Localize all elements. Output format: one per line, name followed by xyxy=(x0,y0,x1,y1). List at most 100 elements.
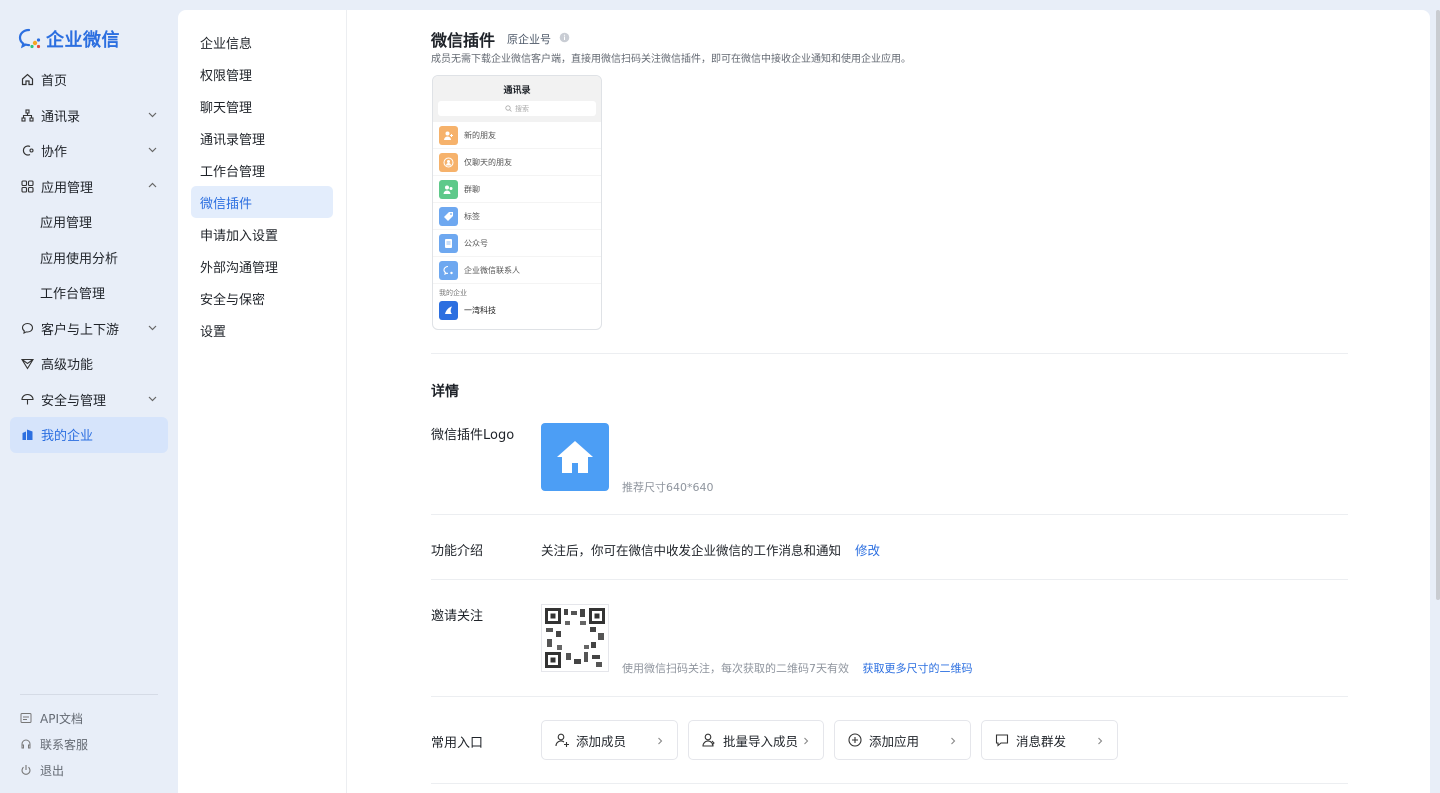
invite-hint: 使用微信扫码关注，每次获取的二维码7天有效 xyxy=(622,662,849,675)
more-qr-sizes-link[interactable]: 获取更多尺寸的二维码 xyxy=(863,662,973,675)
nav-item-customers[interactable]: 客户与上下游 xyxy=(10,311,168,347)
add-app-button[interactable]: 添加应用 xyxy=(834,720,971,760)
wecom-contact-icon xyxy=(439,260,458,280)
phone-search-placeholder: 搜索 xyxy=(515,104,529,113)
phone-item-label: 群聊 xyxy=(464,184,480,194)
phone-list-item: 仅聊天的朋友 xyxy=(433,149,601,176)
subnav-item-security[interactable]: 安全与保密 xyxy=(191,282,333,314)
main-nav: 首页 通讯录 协作 应用管理 应用管理 应用使用分析 工作台管理 客户与上下游 xyxy=(10,62,168,453)
phone-company-label: 一湾科技 xyxy=(464,305,496,315)
invite-hint-row: 使用微信扫码关注，每次获取的二维码7天有效 获取更多尺寸的二维码 xyxy=(622,660,973,676)
logout-link[interactable]: 退出 xyxy=(20,757,158,783)
org-chart-icon xyxy=(20,108,34,122)
add-member-button[interactable]: 添加成员 xyxy=(541,720,678,760)
subnav-label: 通讯录管理 xyxy=(200,132,266,148)
chevron-right-icon xyxy=(948,734,958,749)
bulk-import-button[interactable]: 批量导入成员 xyxy=(688,720,824,760)
subnav-item-permissions[interactable]: 权限管理 xyxy=(191,58,333,90)
api-doc-link[interactable]: API文档 xyxy=(20,705,158,731)
intro-text-row: 关注后，你可在微信中收发企业微信的工作消息和通知 修改 xyxy=(541,540,880,559)
new-friend-icon xyxy=(439,125,458,145)
phone-item-label: 公众号 xyxy=(464,238,488,248)
row-divider xyxy=(431,696,1348,697)
chevron-right-icon xyxy=(1095,734,1105,749)
chevron-up-icon xyxy=(147,180,158,195)
qr-code[interactable] xyxy=(541,604,609,672)
nav-item-label: 我的企业 xyxy=(41,429,94,445)
nav-item-my-company[interactable]: 我的企业 xyxy=(10,417,168,453)
subnav-item-chat[interactable]: 聊天管理 xyxy=(191,90,333,122)
home-logo-icon xyxy=(557,441,593,473)
nav-item-label: 客户与上下游 xyxy=(41,322,120,338)
subnav-label: 企业信息 xyxy=(200,36,253,52)
import-users-icon xyxy=(701,732,717,748)
contact-support-link[interactable]: 联系客服 xyxy=(20,731,158,757)
collab-icon xyxy=(20,144,34,158)
chevron-down-icon xyxy=(147,322,158,337)
main-panel: 企业信息 权限管理 聊天管理 通讯录管理 工作台管理 微信插件 申请加入设置 外… xyxy=(178,10,1430,793)
contact-support-label: 联系客服 xyxy=(40,737,89,752)
intro-text: 关注后，你可在微信中收发企业微信的工作消息和通知 xyxy=(541,543,842,558)
phone-list-item: 新的朋友 xyxy=(433,122,601,149)
nav-item-label: 通讯录 xyxy=(41,109,81,125)
nav-item-security[interactable]: 安全与管理 xyxy=(10,382,168,418)
subnav-item-settings[interactable]: 设置 xyxy=(191,314,333,346)
phone-title: 通讯录 xyxy=(503,86,531,96)
phone-item-label: 企业微信联系人 xyxy=(464,265,520,275)
nav-subitem-workbench[interactable]: 工作台管理 xyxy=(10,275,168,311)
subnav-item-join-settings[interactable]: 申请加入设置 xyxy=(191,218,333,250)
nav-item-home[interactable]: 首页 xyxy=(10,62,168,98)
phone-header: 通讯录 搜索 xyxy=(433,76,601,122)
chevron-right-icon xyxy=(655,734,665,749)
scrollbar[interactable] xyxy=(1436,10,1440,600)
entry-label: 批量导入成员 xyxy=(723,733,799,749)
subnav-item-contacts[interactable]: 通讯录管理 xyxy=(191,122,333,154)
details-title: 详情 xyxy=(431,384,459,400)
message-icon xyxy=(994,732,1010,748)
subnav-label: 申请加入设置 xyxy=(200,228,279,244)
nav-subitem-app-usage[interactable]: 应用使用分析 xyxy=(10,240,168,276)
brand-logo[interactable]: 企业微信 xyxy=(18,26,120,52)
subnav-item-company-info[interactable]: 企业信息 xyxy=(191,26,333,58)
phone-section-label: 我的企业 xyxy=(439,289,467,297)
section-divider xyxy=(431,353,1348,354)
nav-item-label: 应用管理 xyxy=(41,180,94,196)
power-icon xyxy=(20,764,32,776)
plugin-logo[interactable] xyxy=(541,423,609,491)
subnav-item-wechat-plugin[interactable]: 微信插件 xyxy=(191,186,333,218)
nav-item-collab[interactable]: 协作 xyxy=(10,133,168,169)
qr-code-icon xyxy=(544,607,606,669)
title-tag: 原企业号 xyxy=(507,33,552,46)
entry-label: 消息群发 xyxy=(1016,733,1067,749)
phone-item-label: 新的朋友 xyxy=(464,130,496,140)
subnav-label: 设置 xyxy=(200,324,227,340)
add-user-icon xyxy=(554,732,570,748)
chat-bubble-icon xyxy=(20,321,34,335)
brand-name: 企业微信 xyxy=(46,30,120,51)
nav-subitem-app-management[interactable]: 应用管理 xyxy=(10,204,168,240)
nav-item-label: 高级功能 xyxy=(41,358,94,374)
edit-intro-link[interactable]: 修改 xyxy=(855,543,880,558)
phone-item-label: 仅聊天的朋友 xyxy=(464,157,512,167)
phone-list-item: 标签 xyxy=(433,203,601,230)
subnav-label: 微信插件 xyxy=(200,196,253,212)
mass-message-button[interactable]: 消息群发 xyxy=(981,720,1118,760)
nav-item-advanced[interactable]: 高级功能 xyxy=(10,346,168,382)
nav-item-label: 安全与管理 xyxy=(41,393,107,409)
subnav-item-external[interactable]: 外部沟通管理 xyxy=(191,250,333,282)
sub-nav: 企业信息 权限管理 聊天管理 通讯录管理 工作台管理 微信插件 申请加入设置 外… xyxy=(178,10,347,793)
chevron-right-icon xyxy=(801,734,811,749)
umbrella-icon xyxy=(20,392,34,406)
nav-item-app-management[interactable]: 应用管理 xyxy=(10,169,168,205)
page-title: 微信插件 xyxy=(431,31,496,50)
nav-item-label: 应用使用分析 xyxy=(40,251,119,267)
home-icon xyxy=(20,73,34,87)
nav-item-contacts[interactable]: 通讯录 xyxy=(10,98,168,134)
phone-preview: 通讯录 搜索 新的朋友 仅聊天的朋友 群聊 标签 公众号 企业微信联系人 我的企… xyxy=(432,75,602,330)
company-logo-icon xyxy=(439,300,458,320)
info-icon[interactable] xyxy=(559,32,570,47)
tag-icon xyxy=(439,206,458,226)
headset-icon xyxy=(20,738,32,750)
plugin-content: 微信插件 原企业号 成员无需下载企业微信客户端，直接用微信扫码关注微信插件，即可… xyxy=(431,10,1348,793)
subnav-item-workbench[interactable]: 工作台管理 xyxy=(191,154,333,186)
